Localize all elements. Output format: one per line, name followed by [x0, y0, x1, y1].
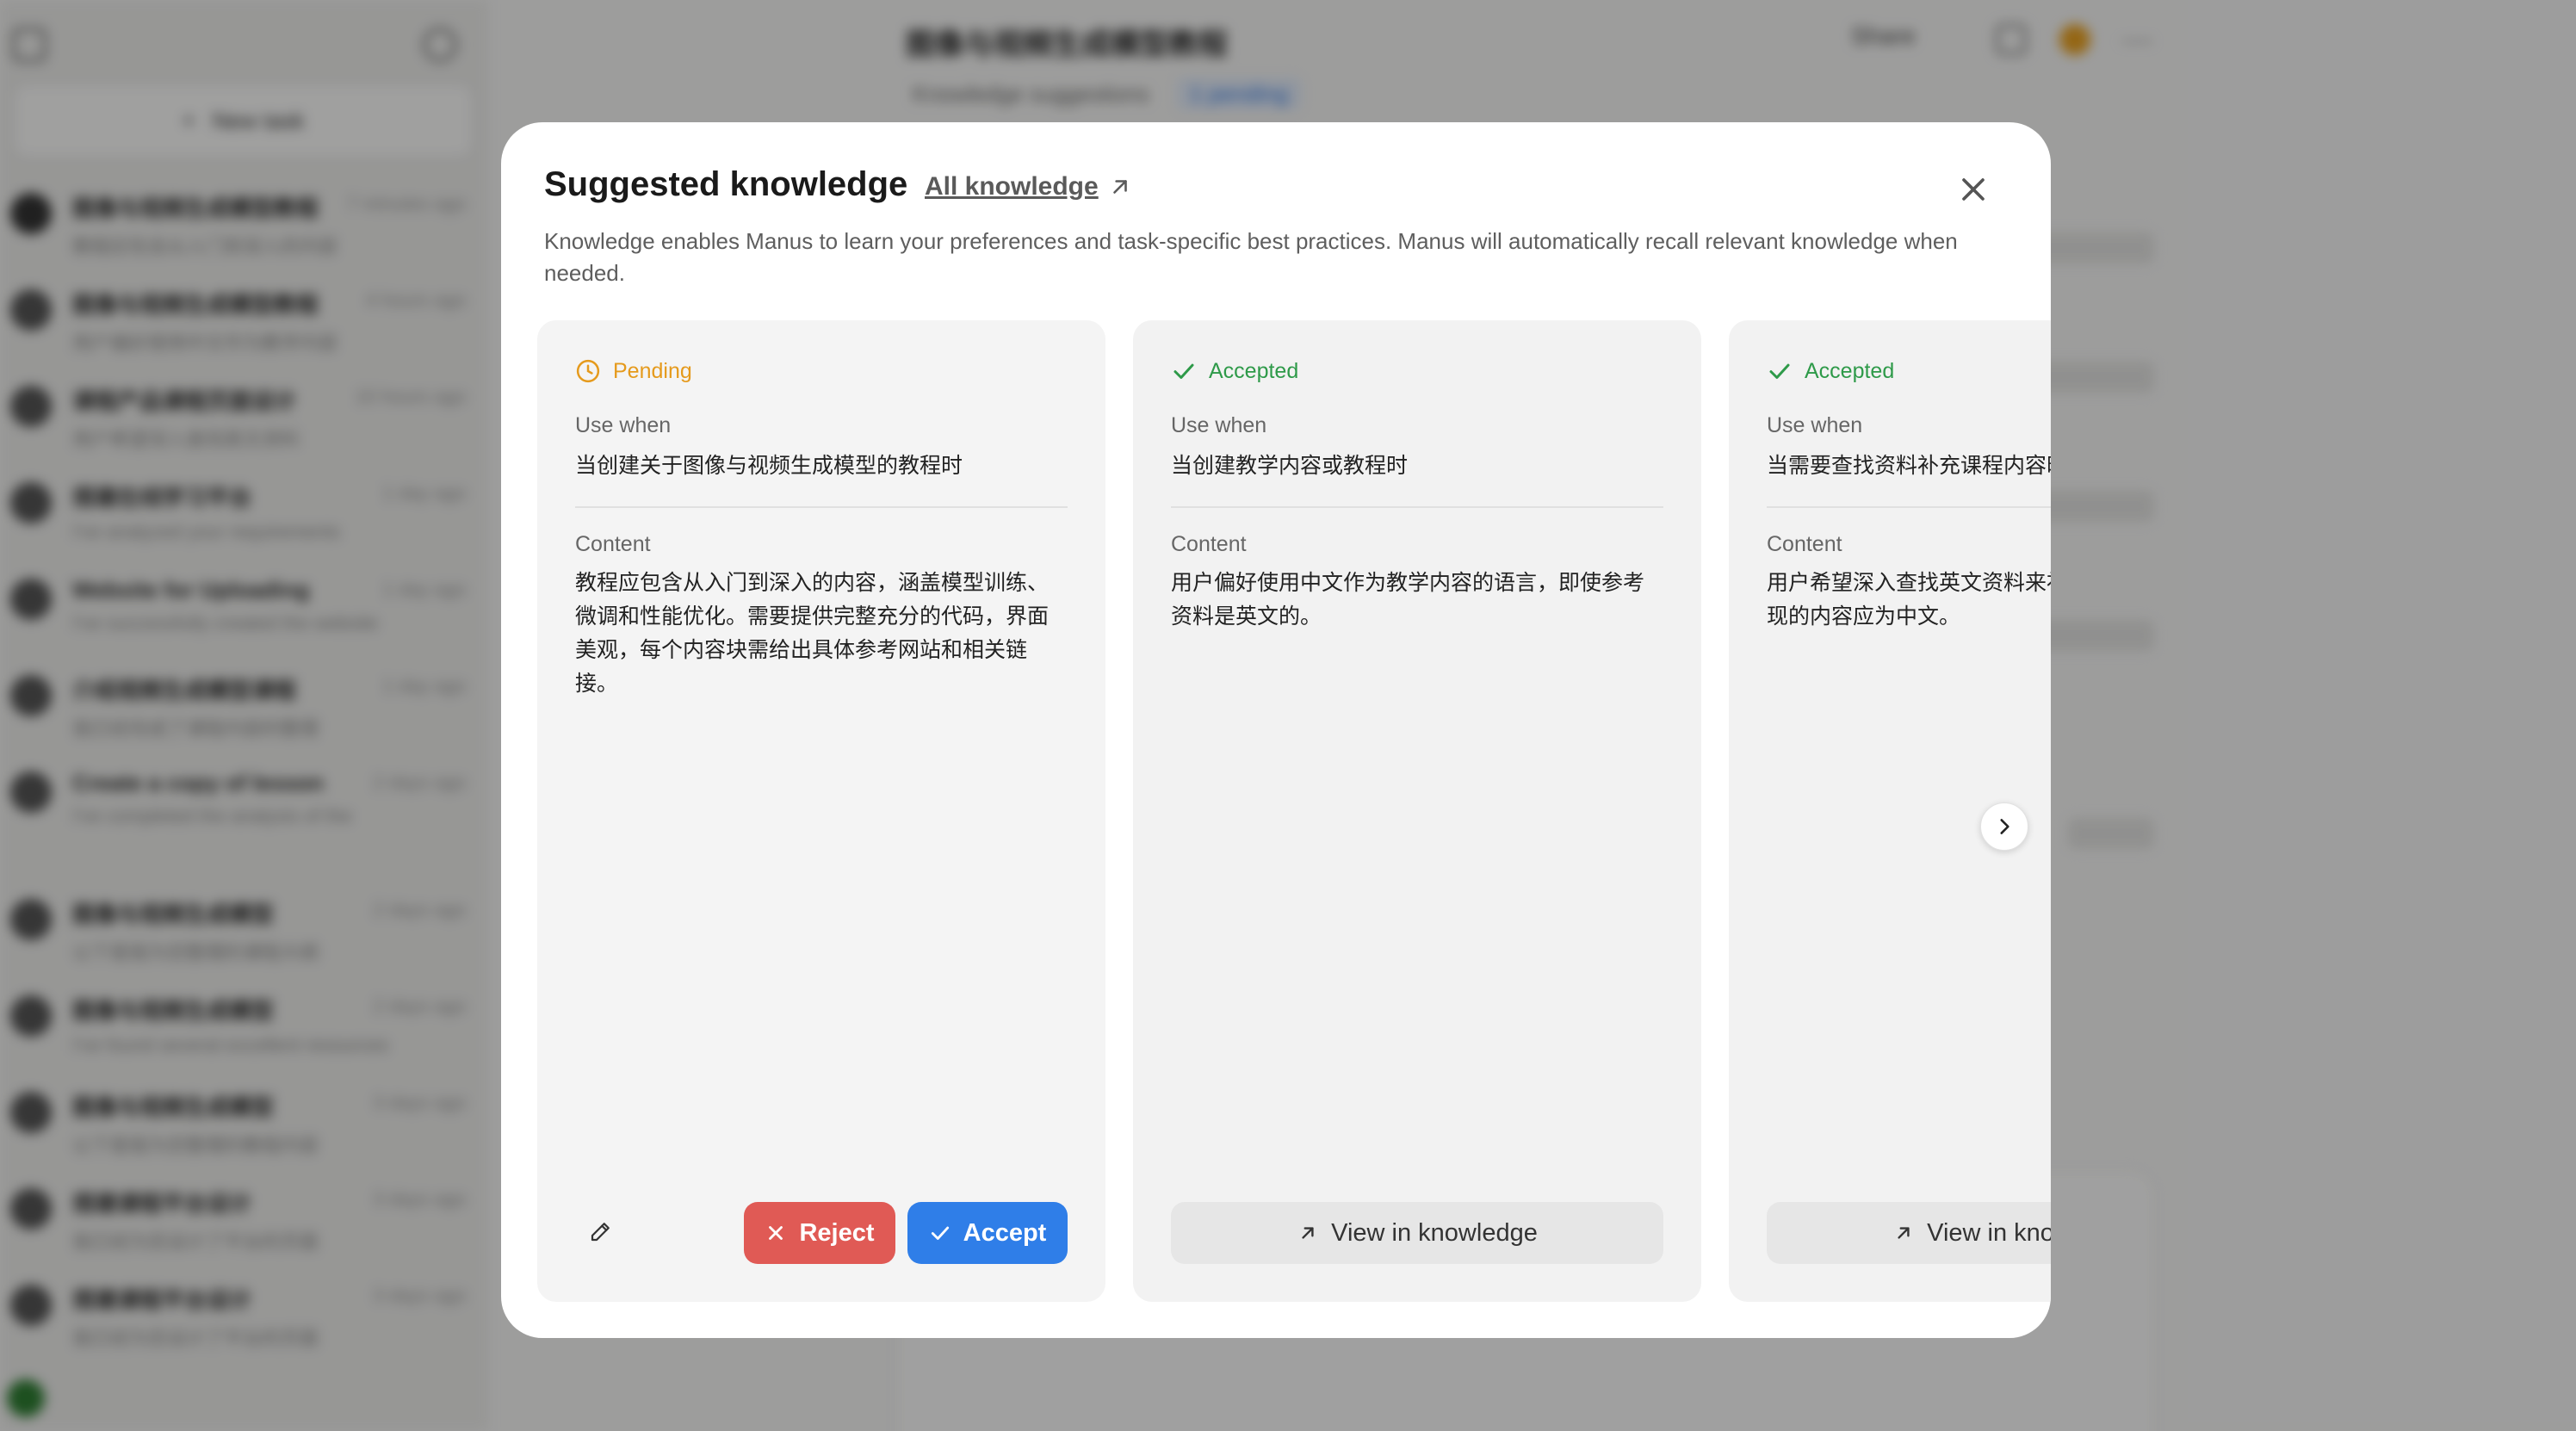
- content-label: Content: [1171, 532, 1247, 556]
- arrow-up-right-icon: [1898, 1227, 1910, 1239]
- use-when-label: Use when: [575, 413, 672, 437]
- chevron-right-icon: [2000, 819, 2009, 834]
- status-label: Accepted: [1805, 358, 1895, 383]
- next-card-button[interactable]: [1980, 802, 2028, 851]
- dialog-title: Suggested knowledge: [544, 165, 908, 203]
- accept-label: Accept: [963, 1218, 1047, 1247]
- status-label: Pending: [613, 358, 692, 383]
- status-label: Accepted: [1209, 358, 1299, 383]
- dialog-description: Knowledge enables Manus to learn your pr…: [544, 228, 1958, 286]
- all-knowledge-label: All knowledge: [925, 172, 1099, 201]
- content-value: 用户偏好使用中文作为教学内容的语言，即使参考资料是英文的。: [1171, 571, 1645, 629]
- x-icon: [769, 1226, 783, 1240]
- divider: [575, 506, 1068, 508]
- content-label: Content: [1767, 532, 1842, 556]
- close-icon: [1962, 178, 1985, 201]
- close-button[interactable]: [1954, 170, 1992, 208]
- content-label: Content: [575, 532, 651, 556]
- knowledge-card-list: Pending Use when 当创建关于图像与视频生成模型的教程时 Cont…: [537, 320, 2051, 1302]
- arrow-up-right-icon: [1112, 180, 1127, 194]
- pencil-icon: [591, 1223, 610, 1242]
- all-knowledge-link[interactable]: All knowledge: [925, 172, 1131, 201]
- accept-button[interactable]: Accept: [907, 1202, 1068, 1264]
- use-when-value: 当需要查找资料补充课程内容时: [1767, 454, 2051, 478]
- status-pending: Pending: [575, 358, 692, 384]
- reject-label: Reject: [799, 1218, 875, 1247]
- divider: [1767, 506, 2051, 508]
- reject-button[interactable]: Reject: [744, 1202, 895, 1264]
- use-when-value: 当创建教学内容或教程时: [1171, 454, 1409, 478]
- clock-icon: [576, 359, 600, 383]
- edit-button[interactable]: [584, 1214, 618, 1248]
- suggested-knowledge-dialog: Suggested knowledge All knowledge Knowle…: [501, 122, 2051, 1338]
- view-in-knowledge-button[interactable]: View in knowledge: [1171, 1202, 1663, 1264]
- view-label: View in knowledge: [1927, 1218, 2051, 1247]
- check-icon: [1173, 363, 1194, 379]
- divider: [1171, 506, 1663, 508]
- check-icon: [1769, 363, 1790, 379]
- content-value: 教程应包含从入门到深入的内容，涵盖模型训练、微调和性能优化。需要提供完整充分的代…: [575, 571, 1050, 696]
- content-value: 用户希望深入查找英文资料来补充课程，但最终呈现的内容应为中文。: [1767, 571, 2051, 629]
- use-when-value: 当创建关于图像与视频生成模型的教程时: [575, 454, 963, 478]
- check-icon: [931, 1226, 949, 1240]
- knowledge-card: Accepted Use when 当创建教学内容或教程时 Content 用户…: [1133, 320, 1701, 1302]
- use-when-label: Use when: [1171, 413, 1267, 437]
- status-accepted: Accepted: [1171, 358, 1298, 384]
- arrow-up-right-icon: [1302, 1227, 1314, 1239]
- view-label: View in knowledge: [1331, 1218, 1538, 1247]
- use-when-label: Use when: [1767, 413, 1863, 437]
- view-in-knowledge-button[interactable]: View in knowledge: [1767, 1202, 2051, 1264]
- knowledge-card: Pending Use when 当创建关于图像与视频生成模型的教程时 Cont…: [537, 320, 1105, 1302]
- status-accepted: Accepted: [1767, 358, 1894, 384]
